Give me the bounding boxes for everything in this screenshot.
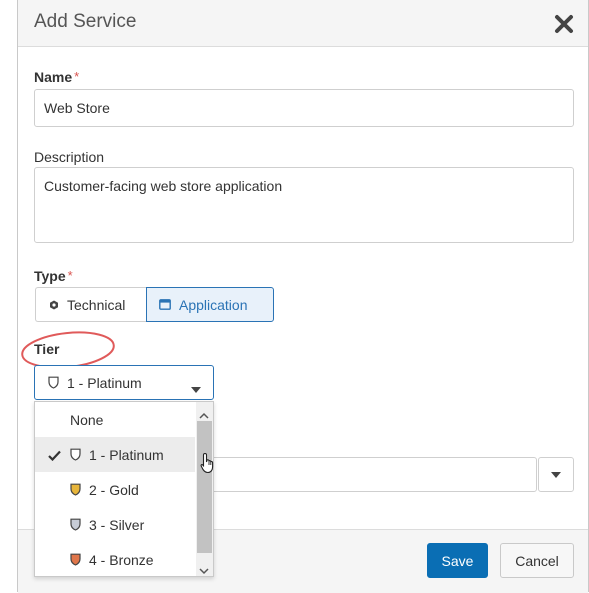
save-button[interactable]: Save: [427, 543, 488, 578]
description-value: Customer-facing web store application: [44, 178, 283, 194]
type-option-technical-label: Technical: [67, 296, 126, 313]
dropdown-scrollbar[interactable]: [196, 402, 213, 576]
tier-dropdown-list: None 1 - Platinum 2 - Gold 3 - Silver 4 …: [34, 401, 214, 577]
type-label-text: Type: [34, 268, 66, 284]
close-icon[interactable]: [554, 14, 574, 34]
tier-option-none-label: None: [70, 411, 104, 428]
tier-option-gold-label: 2 - Gold: [89, 481, 139, 498]
obscured-field-dropdown-button[interactable]: [538, 457, 574, 492]
tier-option-silver-label: 3 - Silver: [89, 516, 145, 533]
type-required-mark: *: [67, 268, 73, 283]
tier-option-none[interactable]: None: [35, 402, 195, 437]
tier-option-bronze[interactable]: 4 - Bronze: [35, 542, 195, 577]
cancel-button[interactable]: Cancel: [500, 543, 574, 578]
name-label: Name *: [34, 69, 79, 85]
tier-select-value: 1 - Platinum: [67, 374, 142, 391]
tier-option-platinum[interactable]: 1 - Platinum: [35, 437, 195, 472]
scroll-down-arrow-icon[interactable]: [199, 562, 209, 580]
name-input-value: Web Store: [44, 100, 110, 116]
technical-icon: [49, 300, 59, 310]
type-option-technical[interactable]: Technical: [35, 287, 147, 322]
name-label-text: Name: [34, 69, 73, 85]
shield-silver-icon: [70, 518, 81, 531]
tier-label: Tier: [34, 341, 60, 357]
application-icon: [159, 299, 171, 310]
hand-cursor-icon: [200, 452, 214, 474]
tier-option-platinum-label: 1 - Platinum: [89, 446, 164, 463]
scrollbar-thumb[interactable]: [197, 421, 212, 553]
shield-outline-icon: [48, 376, 59, 389]
tier-option-bronze-label: 4 - Bronze: [89, 551, 154, 568]
chevron-down-icon: [551, 472, 561, 478]
shield-bronze-icon: [70, 553, 81, 566]
shield-outline-icon: [70, 448, 81, 461]
checkmark-icon: [48, 448, 61, 464]
type-label: Type *: [34, 268, 73, 284]
type-option-application-label: Application: [179, 296, 248, 313]
tier-option-silver[interactable]: 3 - Silver: [35, 507, 195, 542]
tier-select[interactable]: 1 - Platinum: [34, 365, 214, 400]
type-option-application[interactable]: Application: [146, 287, 274, 322]
shield-gold-icon: [70, 483, 81, 496]
description-label: Description: [34, 149, 105, 165]
description-textarea[interactable]: Customer-facing web store application: [34, 167, 574, 243]
chevron-down-icon: [191, 380, 201, 396]
dialog-header: Add Service: [18, 0, 588, 47]
name-required-mark: *: [74, 69, 80, 84]
name-input[interactable]: Web Store: [34, 89, 574, 127]
add-service-dialog: Add Service Name * Web Store Description …: [17, 0, 589, 593]
tier-option-gold[interactable]: 2 - Gold: [35, 472, 195, 507]
dialog-title: Add Service: [34, 11, 137, 32]
